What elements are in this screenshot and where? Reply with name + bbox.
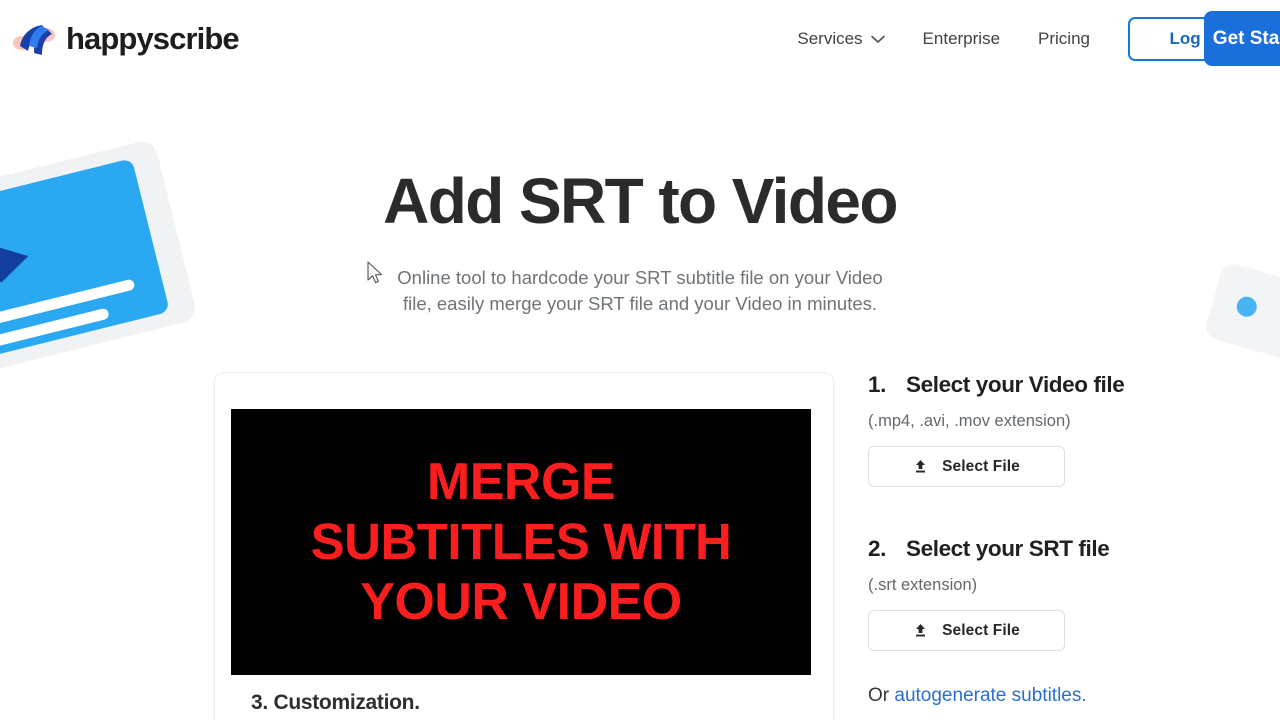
nav-item-enterprise[interactable]: Enterprise (923, 29, 1000, 49)
step-2-title-row: 2. Select your SRT file (868, 536, 1268, 562)
nav-item-pricing-label: Pricing (1038, 29, 1090, 48)
upload-icon (913, 459, 928, 474)
page-root: happyscribe Services Enterprise Pricing … (0, 0, 1280, 720)
select-video-file-label: Select File (942, 457, 1020, 475)
autogenerate-subtitles-link[interactable]: autogenerate subtitles. (894, 685, 1086, 706)
customization-heading: 3. Customization. (251, 691, 420, 714)
main-nav: Services Enterprise Pricing Log In Get S… (797, 11, 1280, 66)
hero-subtitle-line2: file, easily merge your SRT file and you… (402, 293, 878, 315)
hero-subtitle: Online tool to hardcode your SRT subtitl… (350, 265, 930, 318)
select-srt-file-label: Select File (942, 621, 1020, 639)
step-2-title: Select your SRT file (906, 536, 1110, 561)
brand-name: happyscribe (66, 21, 240, 56)
step-1-hint: (.mp4, .avi, .mov extension) (868, 412, 1071, 430)
nav-item-services-label: Services (797, 29, 863, 48)
upload-icon (913, 623, 928, 638)
nav-item-services[interactable]: Services (797, 29, 885, 49)
step-1-title-row: 1. Select your Video file (868, 372, 1268, 398)
video-preview[interactable]: MERGE SUBTITLES WITH YOUR VIDEO (231, 409, 811, 675)
step-1: 1. Select your Video file (.mp4, .avi, .… (868, 372, 1268, 487)
hero-section: Add SRT to Video Online tool to hardcode… (0, 165, 1280, 318)
select-video-file-button[interactable]: Select File (868, 446, 1065, 487)
happyscribe-s-logo-icon (8, 13, 60, 65)
nav-item-enterprise-label: Enterprise (922, 29, 1001, 48)
step-2: 2. Select your SRT file (.srt extension)… (868, 536, 1268, 651)
select-srt-file-button[interactable]: Select File (868, 610, 1065, 651)
mouse-arrow-cursor-icon (366, 261, 386, 287)
get-started-button[interactable]: Get Started (1204, 11, 1280, 66)
video-text-line-2: SUBTITLES WITH (310, 513, 732, 571)
chevron-down-icon (870, 35, 885, 44)
brand-logo[interactable]: happyscribe (8, 13, 240, 65)
site-header: happyscribe Services Enterprise Pricing … (0, 0, 1280, 78)
step-2-number: 2. (868, 536, 886, 561)
page-title: Add SRT to Video (383, 165, 898, 237)
nav-item-pricing[interactable]: Pricing (1038, 29, 1090, 49)
video-text-line-3: YOUR VIDEO (360, 572, 682, 631)
step-1-number: 1. (868, 372, 886, 397)
video-text-line-1: MERGE (426, 453, 616, 512)
step-1-title: Select your Video file (906, 372, 1125, 397)
preview-panel: MERGE SUBTITLES WITH YOUR VIDEO 3. Custo… (214, 372, 834, 720)
steps-column: 1. Select your Video file (.mp4, .avi, .… (868, 372, 1268, 707)
step-2-hint: (.srt extension) (868, 576, 978, 594)
autogenerate-prefix: Or (868, 685, 895, 706)
hero-subtitle-line1: Online tool to hardcode your SRT subtitl… (397, 267, 883, 289)
autogenerate-line: Or autogenerate subtitles. (868, 685, 1268, 707)
